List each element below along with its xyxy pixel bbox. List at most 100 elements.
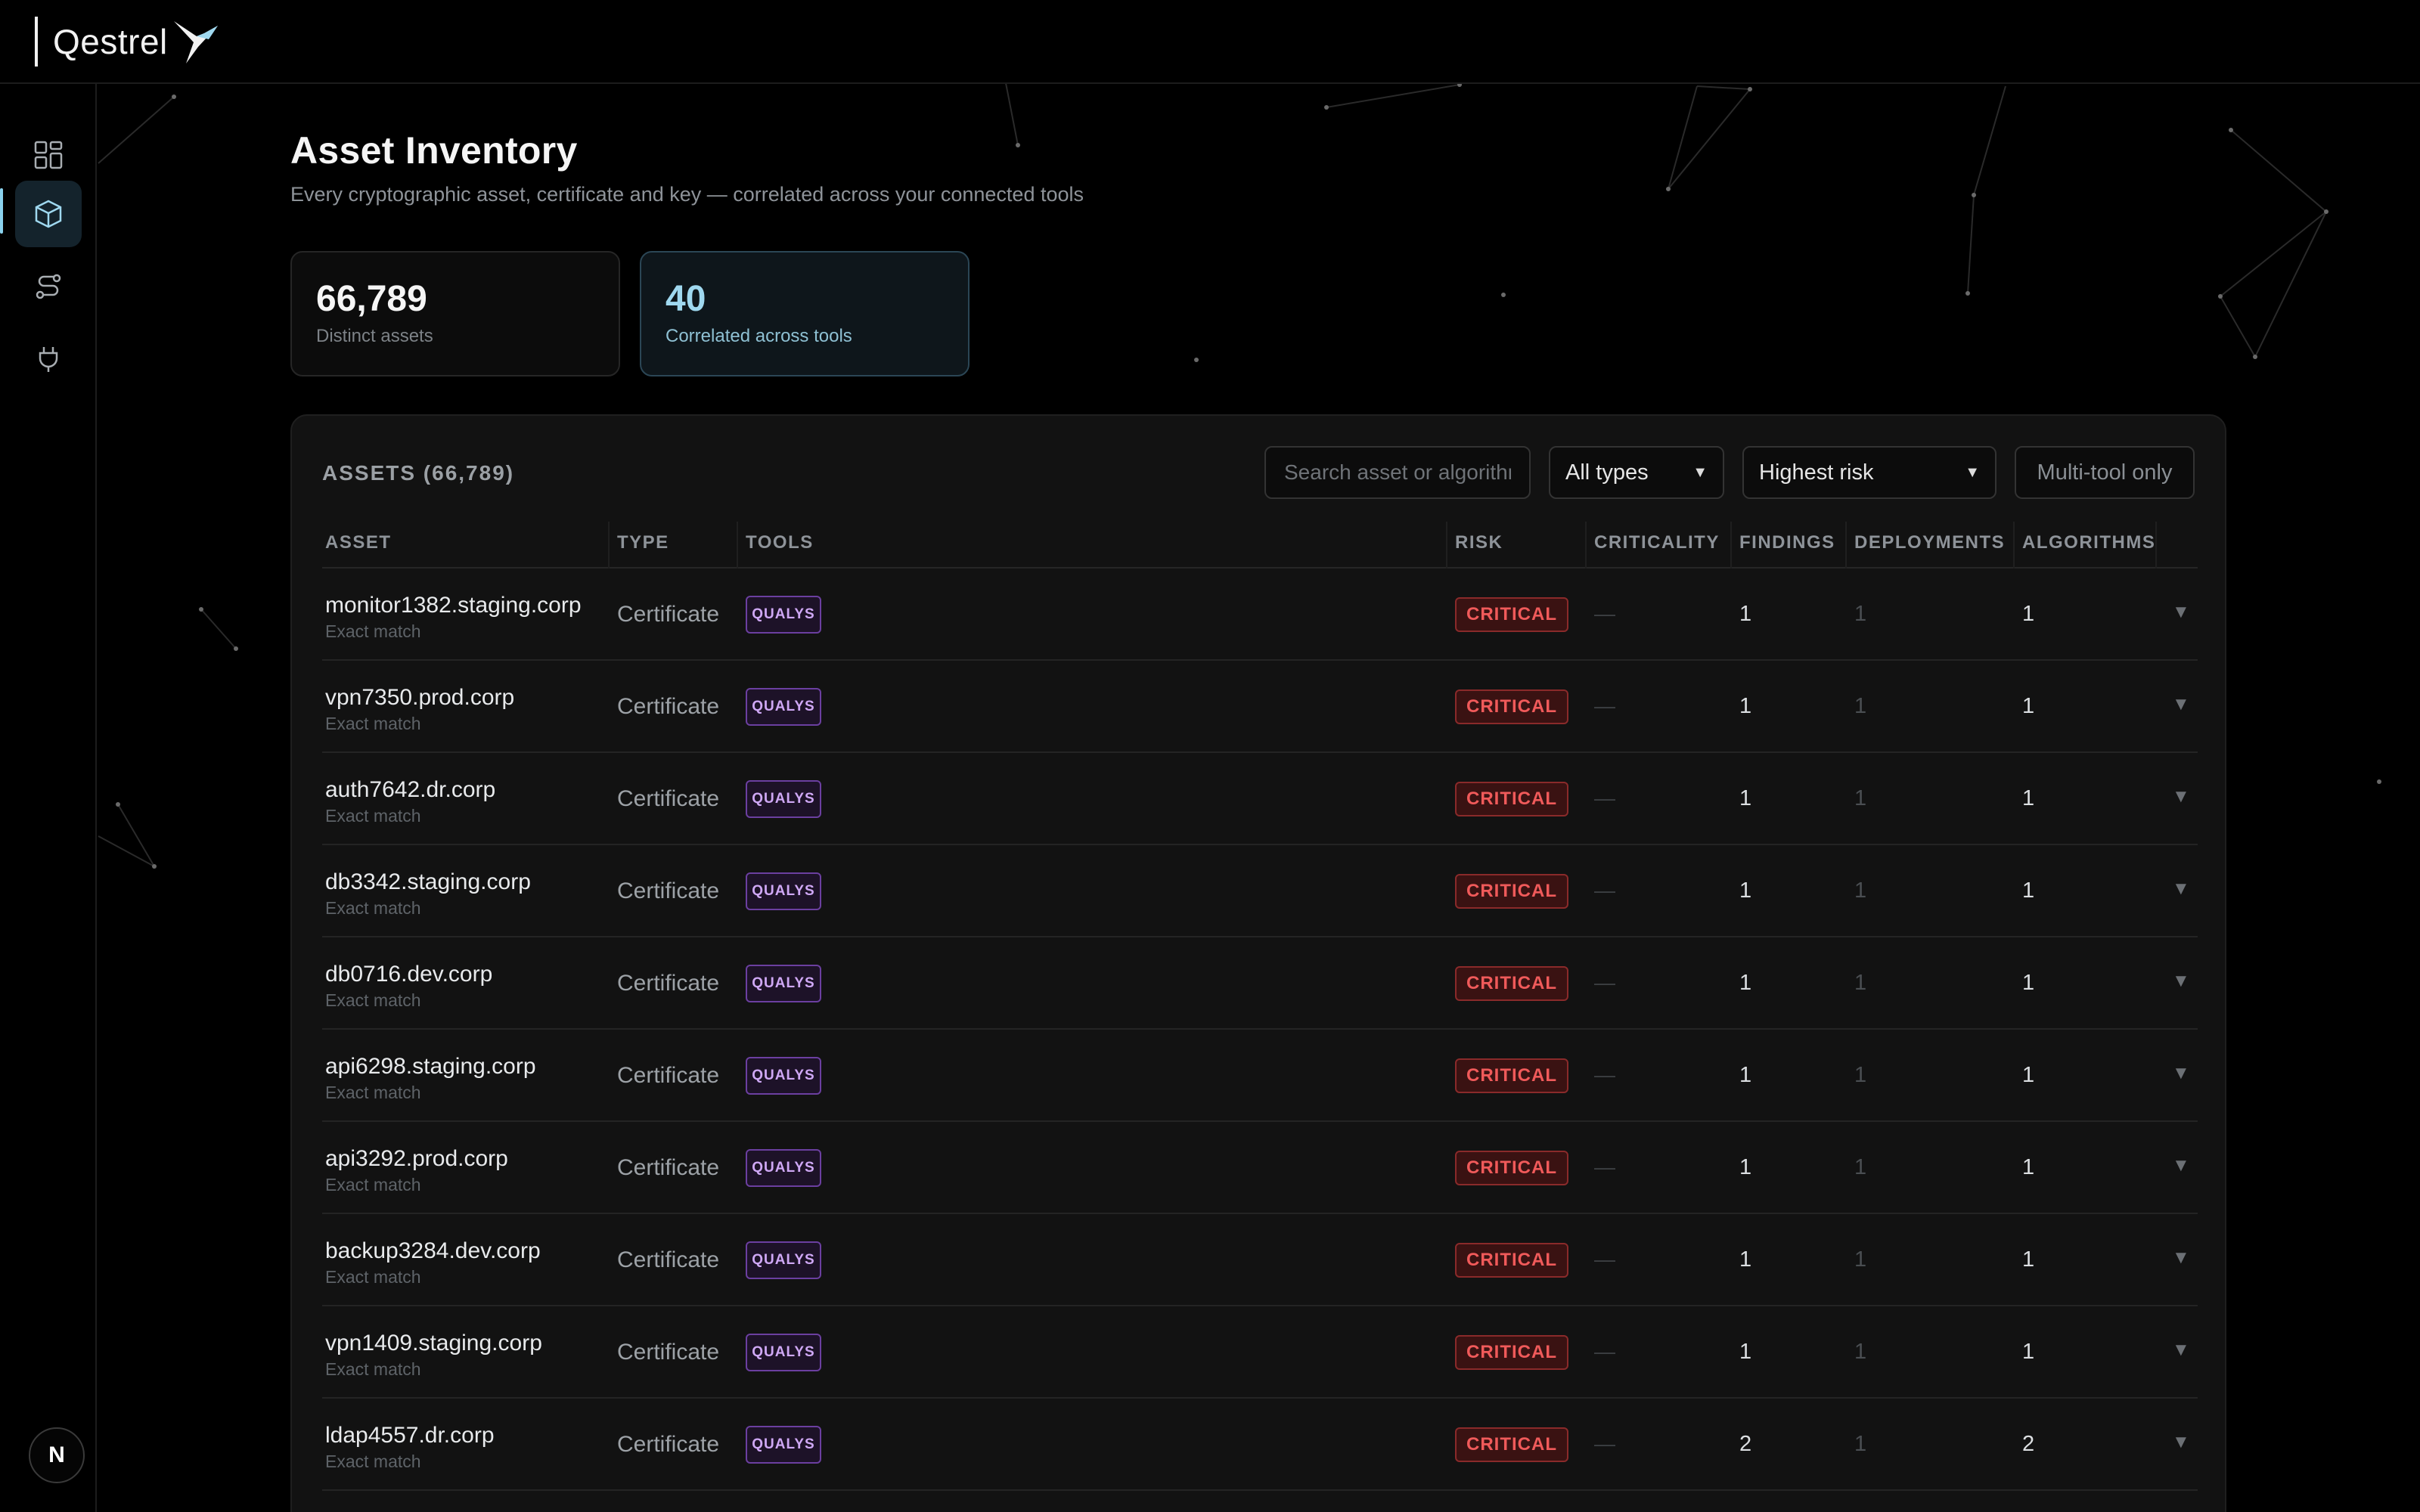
tool-badge: QUALYS: [746, 1334, 821, 1371]
expand-row-icon[interactable]: ▼: [2172, 1340, 2190, 1361]
asset-type: Certificate: [617, 1155, 720, 1180]
asset-name[interactable]: db0716.dev.corp: [325, 962, 492, 987]
table-header: ASSET TYPE TOOLS RISK CRITICALITY FINDIN…: [322, 522, 2198, 569]
table-row[interactable]: auth7642.dr.corp Exact match Certificate…: [322, 753, 2198, 845]
tool-badge: QUALYS: [746, 688, 821, 726]
column-header-asset[interactable]: ASSET: [325, 532, 392, 569]
user-avatar[interactable]: N: [29, 1427, 85, 1483]
asset-name[interactable]: auth7642.dr.corp: [325, 777, 495, 803]
column-header-risk[interactable]: RISK: [1455, 532, 1503, 569]
logo-divider: [35, 17, 38, 67]
asset-name[interactable]: monitor1382.staging.corp: [325, 593, 582, 618]
algorithms-count: 1: [2022, 694, 2035, 718]
column-divider: [1845, 522, 1847, 569]
match-type: Exact match: [325, 621, 421, 641]
deployments-count: 1: [1854, 971, 1867, 995]
match-type: Exact match: [325, 990, 421, 1010]
column-header-algorithms[interactable]: ALGORITHMS: [2022, 532, 2155, 569]
table-row[interactable]: vpn1409.staging.corp Exact match Certifi…: [322, 1306, 2198, 1399]
deployments-count: 1: [1854, 878, 1867, 903]
stat-card-correlated[interactable]: 40 Correlated across tools: [640, 251, 970, 376]
stat-label: Distinct assets: [316, 326, 433, 346]
sort-value: Highest risk: [1759, 460, 1874, 485]
expand-row-icon[interactable]: ▼: [2172, 1063, 2190, 1084]
sidebar-item-workflows[interactable]: [15, 253, 82, 320]
column-divider: [1585, 522, 1587, 569]
table-row[interactable]: db0716.dev.corp Exact match Certificate …: [322, 937, 2198, 1030]
column-header-type[interactable]: TYPE: [617, 532, 669, 569]
risk-badge: CRITICAL: [1455, 966, 1568, 1001]
column-divider: [1730, 522, 1732, 569]
table-row[interactable]: monitor1382.staging.corp Exact match Cer…: [322, 569, 2198, 661]
table-row[interactable]: ldap4557.dr.corp Exact match Certificate…: [322, 1399, 2198, 1491]
column-header-criticality[interactable]: CRITICALITY: [1594, 532, 1720, 569]
column-divider: [737, 522, 738, 569]
app-logo[interactable]: Qestrel: [35, 17, 221, 67]
expand-row-icon[interactable]: ▼: [2172, 694, 2190, 715]
sidebar-item-integrations[interactable]: [15, 326, 82, 392]
asset-name[interactable]: backup3284.dev.corp: [325, 1238, 541, 1264]
active-nav-indicator: [0, 188, 3, 234]
multi-tool-toggle[interactable]: Multi-tool only: [2015, 446, 2195, 499]
expand-row-icon[interactable]: ▼: [2172, 1155, 2190, 1176]
tool-badge: QUALYS: [746, 596, 821, 634]
tool-badge: QUALYS: [746, 1426, 821, 1464]
main-content: Asset Inventory Every cryptographic asse…: [290, 129, 2226, 1512]
app-name: Qestrel: [53, 22, 168, 61]
asset-name[interactable]: ldap4557.dr.corp: [325, 1423, 495, 1448]
asset-type: Certificate: [617, 1063, 720, 1088]
risk-badge: CRITICAL: [1455, 597, 1568, 632]
dashboard-grid-icon: [34, 141, 63, 169]
expand-row-icon[interactable]: ▼: [2172, 1247, 2190, 1269]
asset-name[interactable]: api6298.staging.corp: [325, 1054, 536, 1080]
stat-label: Correlated across tools: [666, 326, 852, 346]
sidebar-item-dashboard[interactable]: [15, 122, 82, 188]
chevron-down-icon: ▼: [1965, 463, 1980, 481]
risk-badge: CRITICAL: [1455, 1427, 1568, 1462]
table-row[interactable]: backup3284.dev.corp Exact match Certific…: [322, 1214, 2198, 1306]
criticality-value: —: [1594, 1340, 1615, 1363]
sidebar-item-assets[interactable]: [15, 181, 82, 247]
risk-badge: CRITICAL: [1455, 689, 1568, 724]
stat-card-distinct-assets[interactable]: 66,789 Distinct assets: [290, 251, 620, 376]
expand-row-icon[interactable]: ▼: [2172, 971, 2190, 992]
asset-name[interactable]: vpn7350.prod.corp: [325, 685, 514, 711]
expand-row-icon[interactable]: ▼: [2172, 786, 2190, 807]
cube-icon: [35, 200, 62, 228]
expand-row-icon[interactable]: ▼: [2172, 602, 2190, 623]
table-row[interactable]: vpn7350.prod.corp Exact match Certificat…: [322, 661, 2198, 753]
findings-count: 1: [1739, 878, 1752, 903]
route-icon: [36, 274, 61, 299]
risk-badge: CRITICAL: [1455, 874, 1568, 909]
match-type: Exact match: [325, 1359, 421, 1379]
table-row[interactable]: api6298.staging.corp Exact match Certifi…: [322, 1030, 2198, 1122]
algorithms-count: 1: [2022, 1340, 2035, 1364]
expand-row-icon[interactable]: ▼: [2172, 878, 2190, 900]
deployments-count: 1: [1854, 1340, 1867, 1364]
risk-badge: CRITICAL: [1455, 1243, 1568, 1278]
column-header-tools[interactable]: TOOLS: [746, 532, 814, 569]
tool-badge: QUALYS: [746, 965, 821, 1002]
asset-name[interactable]: api3292.prod.corp: [325, 1146, 508, 1172]
findings-count: 1: [1739, 1063, 1752, 1087]
stat-value: 40: [666, 279, 706, 319]
asset-name[interactable]: db3342.staging.corp: [325, 869, 531, 895]
findings-count: 1: [1739, 602, 1752, 626]
column-header-findings[interactable]: FINDINGS: [1739, 532, 1835, 569]
deployments-count: 1: [1854, 1155, 1867, 1179]
column-header-deployments[interactable]: DEPLOYMENTS: [1854, 532, 2005, 569]
search-input[interactable]: [1264, 446, 1531, 499]
criticality-value: —: [1594, 878, 1615, 902]
page-title: Asset Inventory: [290, 129, 578, 172]
deployments-count: 1: [1854, 1432, 1867, 1456]
table-row[interactable]: db3342.staging.corp Exact match Certific…: [322, 845, 2198, 937]
tool-badge: QUALYS: [746, 780, 821, 818]
sort-select[interactable]: Highest risk ▼: [1742, 446, 1996, 499]
asset-name[interactable]: vpn1409.staging.corp: [325, 1331, 542, 1356]
table-row[interactable]: api3292.prod.corp Exact match Certificat…: [322, 1122, 2198, 1214]
expand-row-icon[interactable]: ▼: [2172, 1432, 2190, 1453]
asset-type: Certificate: [617, 602, 720, 627]
match-type: Exact match: [325, 1083, 421, 1102]
type-filter-select[interactable]: All types ▼: [1549, 446, 1724, 499]
column-divider: [1446, 522, 1447, 569]
